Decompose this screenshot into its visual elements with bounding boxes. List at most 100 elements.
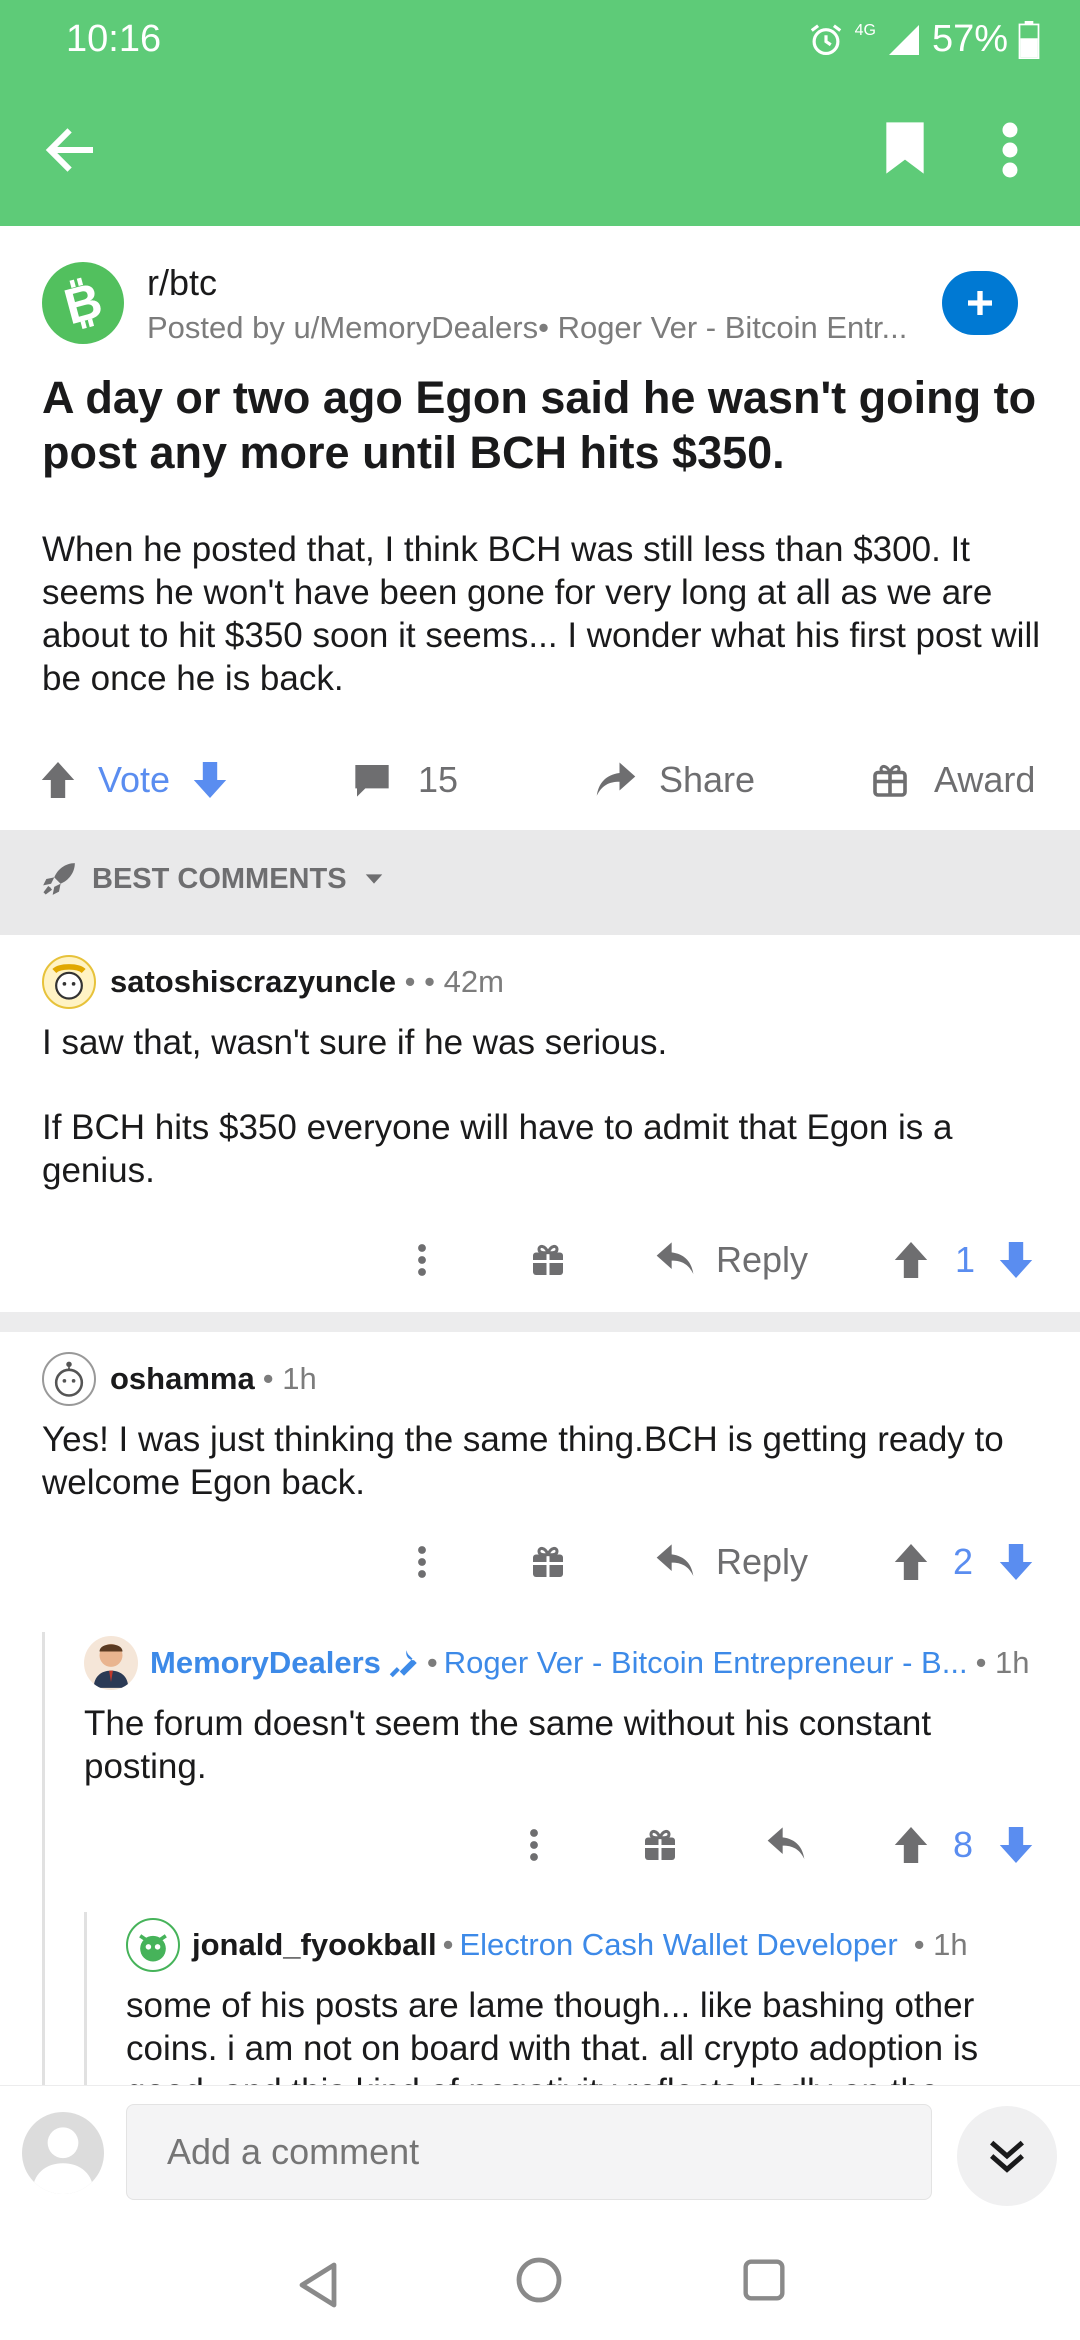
user-avatar[interactable] [84,1636,138,1690]
comment-actions: Reply 2 [0,1532,1080,1592]
award-label: Award [934,759,1036,800]
person-avatar-icon [93,1643,129,1688]
join-subreddit-button[interactable] [942,271,1018,335]
snoo-avatar-icon [54,1361,84,1397]
comment-text: some of his posts are lame though... lik… [126,1986,979,2085]
comments-button[interactable]: 15 [352,745,458,815]
status-time: 10:16 [66,18,162,60]
snoo-avatar-icon [139,1934,167,1962]
comment-score: 8 [953,1824,974,1865]
comment-bubble-icon [355,765,389,797]
more-vertical-icon[interactable] [412,1242,432,1278]
gift-icon[interactable] [530,1544,566,1580]
meta-separator-dot: • [426,1645,438,1680]
snoo-avatar-icon [52,964,86,1000]
caret-down-icon [365,874,382,884]
rocket-icon [43,863,75,895]
downvote-arrow-icon[interactable] [998,1542,1034,1582]
more-options-button[interactable] [1000,120,1044,190]
post-action-row: Vote 15 Share Award [0,745,1080,815]
comment-divider [0,1312,1080,1332]
comment-actions: 8 [0,1815,1080,1875]
subreddit-avatar[interactable]: B [42,262,124,344]
comment-meta: oshamma • 1h [42,1352,1062,1406]
comment-text: I saw that, wasn't sure if he was seriou… [42,1023,668,1062]
comment: jonald_fyookball • Electron Cash Wallet … [126,1918,1061,2085]
comment-score: 2 [953,1541,974,1582]
meta-separator-dot: • [442,1927,454,1962]
comment: MemoryDealers • Roger Ver - Bitcoin Entr… [84,1636,1060,1788]
gift-icon[interactable] [530,1242,566,1278]
comment-text: Yes! I was just thinking the same thing.… [42,1420,1004,1502]
double-chevron-down-icon [990,2140,1024,2173]
comment-actions: Reply 1 [0,1230,1080,1290]
more-vertical-icon[interactable] [524,1827,544,1863]
alarm-icon [810,23,841,55]
upvote-arrow-icon[interactable] [893,1240,929,1280]
comment-time: • 1h [262,1361,317,1396]
comment-meta: MemoryDealers • Roger Ver - Bitcoin Entr… [84,1636,1060,1690]
comment-text-paragraph: If BCH hits $350 everyone will have to a… [42,1108,953,1190]
user-flair[interactable]: Electron Cash Wallet Developer [459,1927,897,1963]
post-title: A day or two ago Egon said he wasn't goi… [42,372,1037,478]
add-comment-input[interactable] [126,2104,932,2200]
user-avatar[interactable] [126,1918,180,1972]
sort-selector[interactable]: BEST COMMENTS [40,860,385,898]
upvote-arrow-icon[interactable] [40,760,76,800]
upvote-arrow-icon[interactable] [893,1825,929,1865]
comment: satoshiscrazyuncle • • 42m I saw that, w… [42,955,1052,1192]
save-button[interactable] [880,120,940,190]
nav-back-icon[interactable] [296,2261,340,2309]
back-button[interactable] [40,120,110,190]
gift-icon[interactable] [642,1827,678,1863]
moderator-wrench-icon [389,1650,417,1678]
status-icons: 4G 57% [807,18,1040,61]
award-button[interactable]: Award [872,745,1035,815]
user-flair[interactable]: Roger Ver - Bitcoin Entrepreneur - B... [444,1645,968,1681]
share-button[interactable]: Share [595,745,755,815]
upvote-arrow-icon[interactable] [893,1542,929,1582]
comment-author[interactable]: oshamma [110,1361,255,1397]
comment-score: 1 [955,1239,976,1280]
gift-icon [873,764,907,797]
comment-author[interactable]: jonald_fyookball [192,1927,437,1963]
comment: oshamma • 1h Yes! I was just thinking th… [42,1352,1062,1504]
comment-meta: jonald_fyookball • Electron Cash Wallet … [126,1918,1061,1972]
downvote-arrow-icon[interactable] [998,1825,1034,1865]
signal-icon [888,24,919,55]
reply-arrow-icon[interactable] [766,1825,806,1863]
comment-sort-bar[interactable]: BEST COMMENTS [0,830,1080,935]
share-label: Share [659,759,756,800]
comment-composer-bar [0,2085,1080,2340]
vote-control: Vote [40,745,228,815]
reply-arrow-icon[interactable] [655,1240,695,1278]
battery-icon [1018,20,1040,59]
posted-by-line[interactable]: Posted by u/MemoryDealers• Roger Ver - B… [147,310,927,346]
current-user-avatar[interactable] [22,2112,104,2194]
nav-recents-icon[interactable] [742,2258,786,2302]
comment-time: • 1h [913,1927,968,1962]
downvote-arrow-icon[interactable] [998,1240,1034,1280]
more-vertical-icon[interactable] [412,1544,432,1580]
comment-author[interactable]: satoshiscrazyuncle [110,964,396,1000]
thread-indent-line[interactable] [84,1912,87,2092]
next-comment-button[interactable] [957,2106,1057,2206]
comment-author[interactable]: MemoryDealers [150,1645,381,1681]
comment-time: • 1h [975,1645,1030,1680]
user-avatar[interactable] [42,1352,96,1406]
subreddit-name[interactable]: r/btc [147,262,217,304]
reply-button[interactable]: Reply [716,1541,808,1583]
vote-label: Vote [98,759,171,800]
nav-home-icon[interactable] [515,2256,563,2304]
bitcoin-cash-logo-icon: B [58,273,107,333]
battery-percent: 57% [931,18,1008,60]
app-bar: 10:16 4G 57% [0,0,1080,226]
comment-time: • 42m [424,964,504,999]
more-vertical-icon [1002,122,1018,178]
reply-button[interactable]: Reply [716,1239,808,1281]
sort-label: BEST COMMENTS [92,862,347,895]
reply-arrow-icon[interactable] [655,1542,695,1580]
downvote-arrow-icon[interactable] [192,760,228,800]
plus-icon [968,291,992,315]
user-avatar[interactable] [42,955,96,1009]
